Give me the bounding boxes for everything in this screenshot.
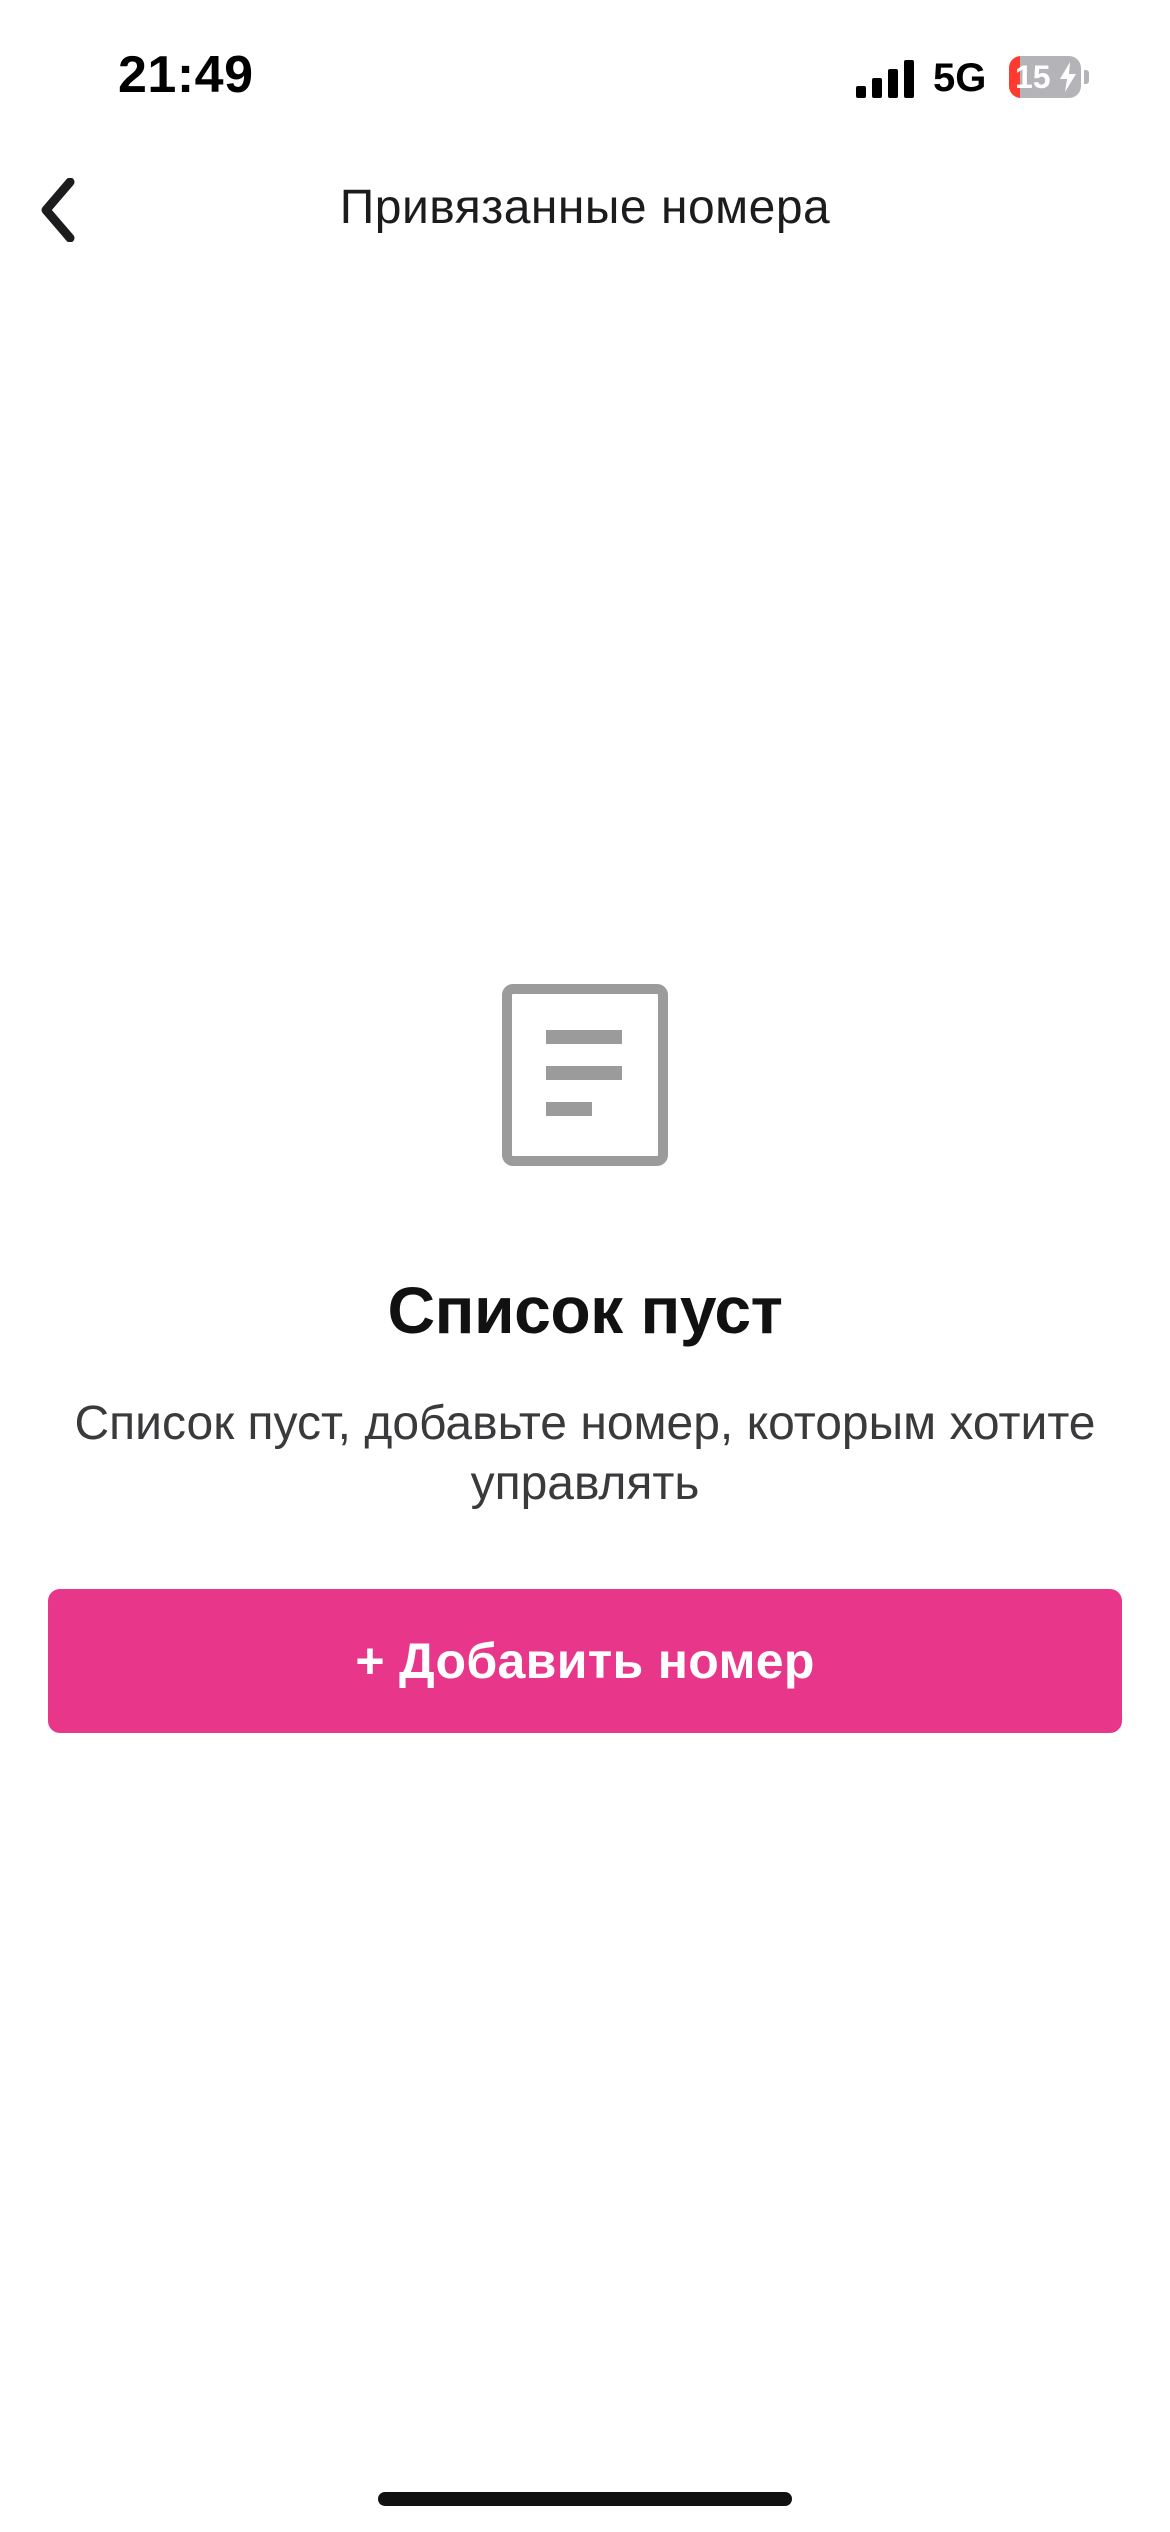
battery-indicator: 15 (1009, 56, 1089, 98)
empty-state-subtitle: Список пуст, добавьте номер, которым хот… (74, 1397, 1096, 1510)
nav-bar: Привязанные номера (0, 150, 1170, 270)
page-title: Привязанные номера (339, 181, 831, 234)
add-number-button-label: + Добавить номер (355, 1633, 815, 1689)
cellular-signal-icon (856, 60, 914, 98)
battery-body: 15 (1009, 56, 1081, 98)
battery-level: 15 (1015, 59, 1051, 95)
home-indicator[interactable] (378, 2492, 792, 2506)
empty-state-title: Список пуст (387, 1273, 783, 1347)
add-number-button[interactable]: + Добавить номер (48, 1589, 1122, 1733)
battery-cap (1084, 70, 1089, 84)
document-icon (502, 984, 668, 1166)
charging-bolt-icon (1060, 62, 1076, 92)
network-type: 5G (933, 56, 987, 100)
status-bar: 21:49 5G 15 (0, 0, 1170, 150)
status-time: 21:49 (118, 46, 254, 104)
